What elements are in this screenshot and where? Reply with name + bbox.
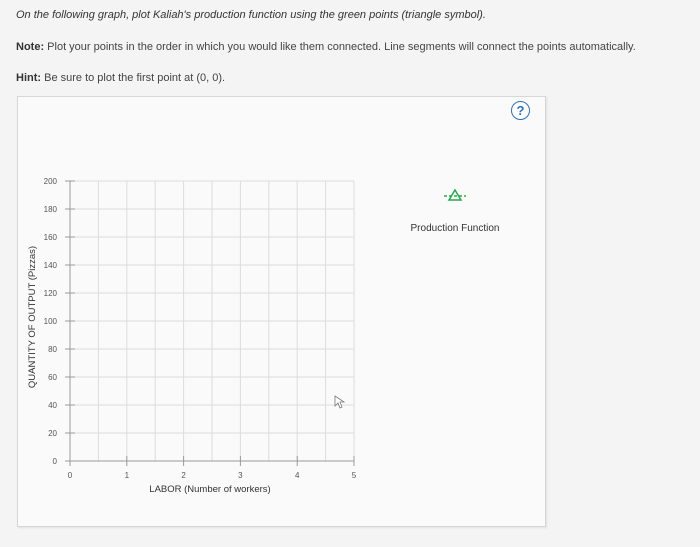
y-tick-label: 100 (44, 317, 58, 326)
y-tick-label: 180 (44, 205, 58, 214)
production-graph: 0 20 40 60 80 100 120 140 160 180 200 0 1 2 3 4 5 LABOR … (27, 177, 500, 495)
legend-triangle-icon[interactable] (447, 188, 463, 201)
x-tick-label: 5 (352, 471, 357, 480)
x-tick-label: 3 (238, 471, 243, 480)
y-tick-label: 140 (44, 261, 58, 270)
x-tick-label: 4 (295, 471, 300, 480)
y-tick-label: 20 (48, 429, 57, 438)
x-axis-label: LABOR (Number of workers) (149, 484, 270, 495)
y-tick-label: 0 (53, 457, 58, 466)
y-axis-label: QUANTITY OF OUTPUT (Pizzas) (27, 246, 38, 388)
y-tick-label: 40 (48, 401, 57, 410)
plot-area[interactable] (70, 181, 354, 461)
legend-label: Production Function (411, 223, 500, 234)
x-tick-label: 0 (68, 471, 73, 480)
y-tick-label: 120 (44, 289, 58, 298)
y-tick-label: 80 (48, 345, 57, 354)
y-tick-label: 60 (48, 373, 57, 382)
y-tick-label: 160 (44, 233, 58, 242)
x-tick-label: 1 (125, 471, 130, 480)
y-tick-label: 200 (44, 177, 58, 186)
legend: Production Function (411, 188, 500, 234)
x-tick-label: 2 (181, 471, 186, 480)
